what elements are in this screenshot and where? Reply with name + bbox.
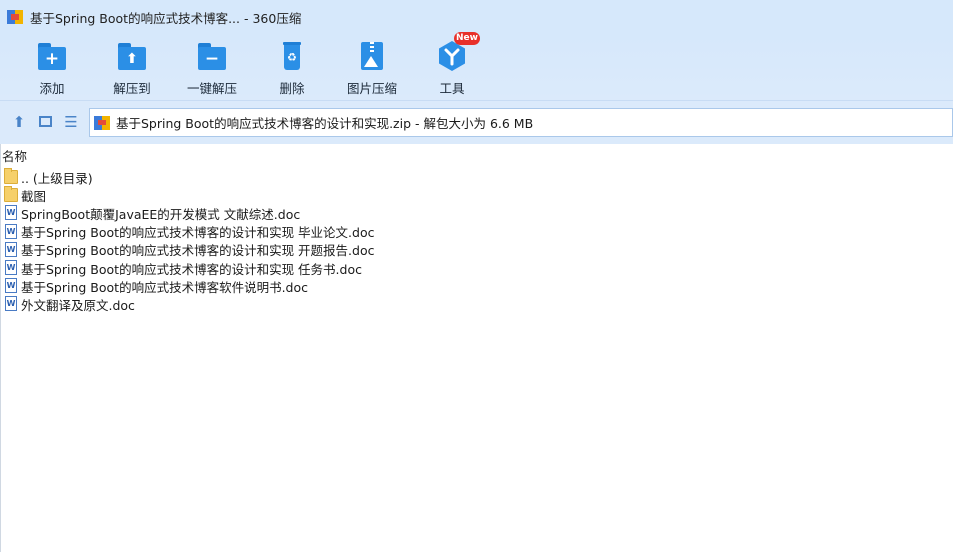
- list-item[interactable]: 基于Spring Boot的响应式技术博客的设计和实现 开题报告.doc: [1, 241, 953, 259]
- delete-label: 删除: [279, 81, 305, 96]
- tools-button[interactable]: 工具: [416, 39, 488, 97]
- one-click-extract-button[interactable]: − 一键解压: [176, 39, 248, 97]
- delete-button[interactable]: ♻ 删除: [256, 39, 328, 97]
- file-list[interactable]: 名称 .. (上级目录) 截图 SpringBoot颠覆JavaEE的开发模式 …: [0, 144, 953, 552]
- address-bar: ⬆ ☰ 基于Spring Boot的响应式技术博客的设计和实现.zip - 解包…: [0, 100, 953, 144]
- add-label: 添加: [39, 81, 65, 96]
- zip-archive-icon: [94, 115, 110, 131]
- image-compress-button[interactable]: 图片压缩: [336, 39, 408, 97]
- extract-to-button[interactable]: ⬆ 解压到: [96, 39, 168, 97]
- one-click-extract-icon: −: [195, 39, 229, 73]
- list-item-label: 截图: [21, 188, 47, 204]
- recycle-bin-icon: ♻: [275, 39, 309, 73]
- add-button[interactable]: + 添加: [16, 39, 88, 97]
- list-item-label: 基于Spring Boot的响应式技术博客软件说明书.doc: [21, 279, 309, 295]
- list-item-label: 基于Spring Boot的响应式技术博客的设计和实现 毕业论文.doc: [21, 225, 375, 241]
- add-folder-icon: +: [35, 39, 69, 73]
- list-item-label: 外文翻译及原文.doc: [21, 297, 135, 313]
- extract-to-label: 解压到: [113, 81, 151, 96]
- list-item-label: 基于Spring Boot的响应式技术博客的设计和实现 任务书.doc: [21, 261, 362, 277]
- word-doc-icon: [4, 205, 18, 221]
- up-level-button[interactable]: ⬆: [9, 112, 29, 132]
- image-compress-label: 图片压缩: [346, 81, 397, 96]
- word-doc-icon: [4, 278, 18, 294]
- thumbnail-view-icon: [38, 116, 52, 127]
- column-header-name[interactable]: 名称: [1, 144, 953, 168]
- one-click-extract-label: 一键解压: [186, 81, 237, 96]
- new-badge: New: [454, 32, 480, 45]
- folder-icon: [4, 168, 18, 185]
- list-item[interactable]: SpringBoot颠覆JavaEE的开发模式 文献综述.doc: [1, 204, 953, 222]
- list-view-button[interactable]: ☰: [61, 112, 81, 132]
- title-bar: 基于Spring Boot的响应式技术博客... - 360压缩: [0, 0, 953, 34]
- app-logo-icon: [6, 8, 24, 26]
- word-doc-icon: [4, 260, 18, 276]
- archive-path: 基于Spring Boot的响应式技术博客的设计和实现.zip - 解包大小为 …: [116, 116, 534, 131]
- word-doc-icon: [4, 241, 18, 258]
- arrow-up-icon: ⬆: [12, 113, 26, 131]
- path-field[interactable]: 基于Spring Boot的响应式技术博客的设计和实现.zip - 解包大小为 …: [89, 108, 953, 137]
- list-item-label: 基于Spring Boot的响应式技术博客的设计和实现 开题报告.doc: [21, 243, 375, 259]
- list-item-parent-dir[interactable]: .. (上级目录): [1, 168, 953, 186]
- list-item-label: .. (上级目录): [21, 170, 93, 186]
- extract-folder-icon: ⬆: [115, 39, 149, 73]
- image-compress-icon: [355, 39, 389, 73]
- word-doc-icon: [4, 223, 18, 240]
- word-doc-icon: [4, 296, 18, 312]
- list-view-icon: ☰: [64, 113, 78, 131]
- list-item[interactable]: 基于Spring Boot的响应式技术博客的设计和实现 任务书.doc: [1, 259, 953, 277]
- list-item[interactable]: 基于Spring Boot的响应式技术博客的设计和实现 毕业论文.doc: [1, 223, 953, 241]
- window-title: 基于Spring Boot的响应式技术博客... - 360压缩: [30, 10, 302, 26]
- thumbnail-view-button[interactable]: [35, 112, 55, 132]
- list-item-label: SpringBoot颠覆JavaEE的开发模式 文献综述.doc: [21, 206, 301, 222]
- list-item[interactable]: 外文翻译及原文.doc: [1, 295, 953, 313]
- list-item[interactable]: 基于Spring Boot的响应式技术博客软件说明书.doc: [1, 277, 953, 295]
- tools-label: 工具: [439, 81, 465, 96]
- list-item[interactable]: 截图: [1, 186, 953, 204]
- folder-icon: [4, 186, 18, 203]
